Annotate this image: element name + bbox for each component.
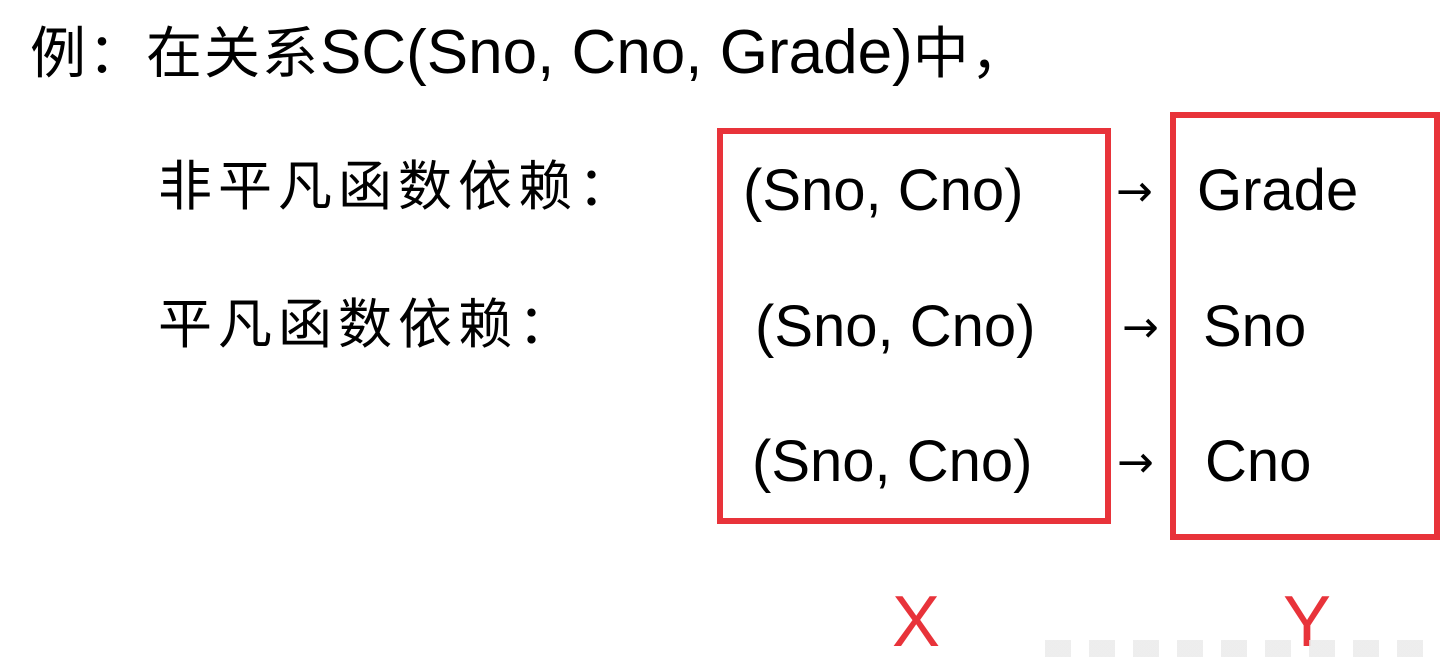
dependency-3-arrow-icon: → [1117,437,1154,488]
dependency-1-rhs: Grade [1197,158,1359,223]
dependency-2-rhs: Sno [1203,294,1307,359]
dependency-2-arrow-icon: → [1122,302,1159,353]
x-set-label: X [892,582,941,662]
trivial-label: 平凡函数依赖： [158,293,578,356]
dependency-2-lhs: (Sno, Cno) [755,294,1036,359]
watermark [1045,640,1435,657]
dependency-3-lhs: (Sno, Cno) [752,429,1033,494]
heading-suffix: 中， [912,22,1029,87]
dependency-1-arrow-icon: → [1116,166,1153,217]
heading-relation: SC(Sno, Cno, Grade) [320,18,913,87]
nontrivial-label: 非平凡函数依赖： [158,155,638,218]
dependency-3-rhs: Cno [1205,429,1312,494]
heading: 例：在关系SC(Sno, Cno, Grade)中， [30,22,1029,84]
slide: 例：在关系SC(Sno, Cno, Grade)中， 非平凡函数依赖： 平凡函数… [0,0,1446,662]
heading-prefix: 例：在关系 [30,22,320,87]
dependency-1-lhs: (Sno, Cno) [743,158,1024,223]
